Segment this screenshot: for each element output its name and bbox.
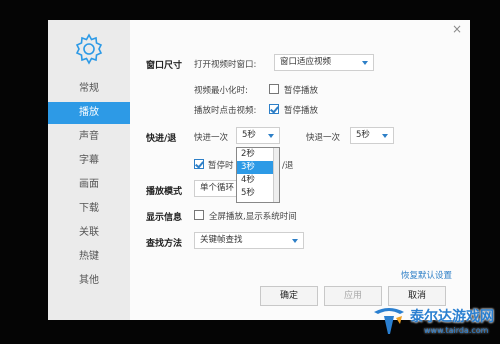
sidebar-item-picture[interactable]: 画面 <box>48 174 130 196</box>
click-video-label: 播放时点击视频: <box>194 106 257 116</box>
sidebar-item-association[interactable]: 关联 <box>48 222 130 244</box>
sidebar-item-playback[interactable]: 播放 <box>48 102 130 124</box>
minimize-pause-checkbox[interactable] <box>269 84 279 94</box>
show-time-checkbox[interactable] <box>194 210 204 220</box>
watermark-url: www.tairda.com <box>424 326 489 335</box>
section-display-info: 显示信息 <box>146 213 183 223</box>
watermark-title: 泰尔达游戏网 <box>410 309 494 325</box>
search-method-select[interactable]: 关键帧查找 <box>194 232 304 249</box>
open-window-select-value: 窗口适应视频 <box>280 57 332 67</box>
sidebar-item-subtitles[interactable]: 字幕 <box>48 150 130 172</box>
chevron-down-icon <box>362 61 368 65</box>
forward-label: 快进一次 <box>194 133 229 143</box>
section-seek: 快进/退 <box>146 134 177 144</box>
section-search-method: 查找方法 <box>146 239 183 249</box>
ok-button[interactable]: 确定 <box>260 286 318 306</box>
backward-select[interactable]: 5秒 <box>350 127 394 144</box>
settings-dialog: 常规 播放 声音 字幕 画面 下载 关联 热键 其他 × 窗口尺寸 打开视频时窗… <box>48 20 470 320</box>
sidebar-item-general[interactable]: 常规 <box>48 78 130 100</box>
click-pause-option: 暂停播放 <box>284 106 319 116</box>
sidebar: 常规 播放 声音 字幕 画面 下载 关联 热键 其他 <box>48 20 130 320</box>
sidebar-item-sound[interactable]: 声音 <box>48 126 130 148</box>
click-pause-checkbox[interactable] <box>269 104 279 114</box>
sidebar-item-download[interactable]: 下载 <box>48 198 130 220</box>
play-mode-select-value: 单个循环 <box>200 183 235 193</box>
chevron-down-icon <box>292 239 298 243</box>
dropdown-scrollbar[interactable] <box>273 148 279 202</box>
show-time-option: 全屏播放,显示系统时间 <box>209 212 297 222</box>
pause-seek-checkbox[interactable] <box>194 159 204 169</box>
sidebar-item-hotkeys[interactable]: 热键 <box>48 246 130 268</box>
gear-icon <box>75 33 103 65</box>
minimize-label: 视频最小化时: <box>194 86 248 96</box>
forward-dropdown-list: 2秒 3秒 4秒 5秒 <box>236 147 280 203</box>
watermark-logo-icon <box>374 308 404 334</box>
sidebar-item-other[interactable]: 其他 <box>48 270 130 292</box>
minimize-pause-option: 暂停播放 <box>284 86 319 96</box>
restore-defaults-link[interactable]: 恢复默认设置 <box>401 269 452 281</box>
section-window-size: 窗口尺寸 <box>146 61 183 71</box>
open-window-select[interactable]: 窗口适应视频 <box>274 54 374 71</box>
pause-seek-option-start: 暂停时 <box>208 161 234 171</box>
pause-seek-option-end: /退 <box>282 161 294 171</box>
section-play-mode: 播放模式 <box>146 187 183 197</box>
chevron-down-icon <box>382 134 388 138</box>
forward-select-value: 5秒 <box>242 130 256 140</box>
watermark: 泰尔达游戏网 www.tairda.com <box>370 300 498 342</box>
open-window-label: 打开视频时窗口: <box>194 60 257 70</box>
chevron-down-icon <box>268 134 274 138</box>
backward-label: 快退一次 <box>306 133 341 143</box>
forward-select[interactable]: 5秒 <box>236 127 280 144</box>
search-method-select-value: 关键帧查找 <box>200 235 243 245</box>
playback-settings-panel: 窗口尺寸 打开视频时窗口: 窗口适应视频 视频最小化时: 暂停播放 播放时点击视… <box>130 20 470 320</box>
backward-select-value: 5秒 <box>356 130 370 140</box>
